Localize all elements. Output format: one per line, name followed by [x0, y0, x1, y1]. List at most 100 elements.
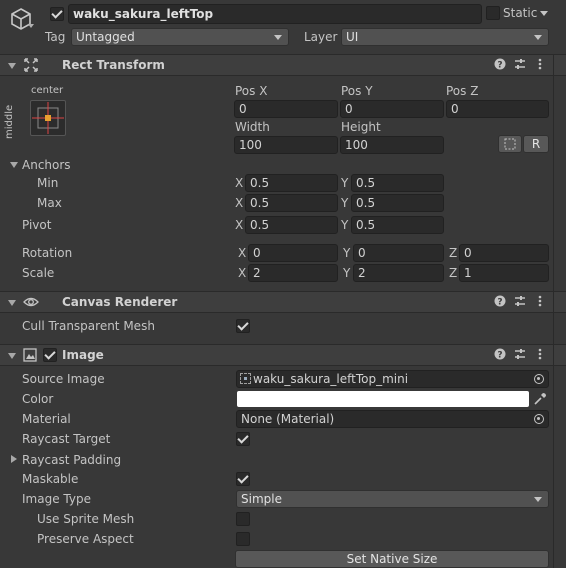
raycast-padding-foldout-arrow-icon[interactable]: [11, 455, 17, 463]
anchor-vertical-label: middle: [4, 104, 15, 139]
maskable-label: Maskable: [22, 472, 79, 486]
anchor-presets-button[interactable]: [30, 100, 66, 136]
anchor-min-x-field[interactable]: 0.5: [245, 174, 338, 192]
icon-dropdown-arrow[interactable]: [28, 24, 34, 28]
eye-icon: [23, 295, 39, 312]
rotation-x-axis: X: [238, 246, 247, 260]
anchors-label: Anchors: [22, 158, 71, 172]
rect-transform-title: Rect Transform: [62, 58, 165, 72]
image-type-value: Simple: [241, 492, 282, 506]
anchor-max-y-field[interactable]: 0.5: [351, 194, 444, 212]
use-sprite-mesh-label: Use Sprite Mesh: [37, 512, 135, 526]
height-label: Height: [341, 120, 381, 134]
anchor-min-label: Min: [37, 176, 59, 190]
help-icon[interactable]: ?: [494, 348, 506, 363]
scale-label: Scale: [22, 266, 55, 280]
rotation-y-field[interactable]: 0: [353, 244, 444, 262]
foldout-arrow-icon[interactable]: [8, 300, 16, 306]
image-header[interactable]: Image ?: [0, 344, 566, 366]
static-toggle[interactable]: [486, 6, 500, 20]
foldout-arrow-icon[interactable]: [8, 63, 16, 69]
pivot-label: Pivot: [22, 218, 52, 232]
raycast-target-checkbox[interactable]: [236, 432, 250, 446]
object-name-field[interactable]: waku_sakura_leftTop: [68, 4, 482, 24]
more-options-icon[interactable]: [534, 295, 546, 310]
pos-x-label: Pos X: [235, 84, 268, 98]
sprite-icon: [240, 373, 251, 384]
pos-y-label: Pos Y: [341, 84, 373, 98]
layer-dropdown[interactable]: UI: [341, 28, 549, 46]
object-picker-icon[interactable]: [534, 414, 544, 424]
pivot-x-field[interactable]: 0.5: [245, 216, 338, 234]
raw-edit-button[interactable]: R: [523, 135, 549, 153]
image-type-dropdown[interactable]: Simple: [236, 490, 549, 508]
rotation-label: Rotation: [22, 246, 73, 260]
more-options-icon[interactable]: [534, 348, 546, 363]
maskable-checkbox[interactable]: [236, 472, 250, 486]
anchor-max-y-axis: Y: [341, 196, 349, 210]
active-toggle[interactable]: [50, 7, 64, 21]
rotation-z-field[interactable]: 0: [459, 244, 549, 262]
set-native-size-button[interactable]: Set Native Size: [235, 550, 549, 568]
presets-icon[interactable]: [514, 295, 526, 310]
scale-x-field[interactable]: 2: [248, 264, 338, 282]
help-icon[interactable]: ?: [494, 295, 506, 310]
layer-value: UI: [346, 30, 359, 44]
source-image-field[interactable]: waku_sakura_leftTop_mini: [236, 370, 549, 388]
pos-z-label: Pos Z: [446, 84, 479, 98]
scale-z-field[interactable]: 1: [459, 264, 549, 282]
source-image-label: Source Image: [22, 372, 105, 386]
pivot-y-field[interactable]: 0.5: [351, 216, 444, 234]
width-field[interactable]: 100: [234, 136, 338, 154]
color-swatch[interactable]: [237, 391, 529, 407]
scale-x-axis: X: [238, 266, 247, 280]
blueprint-mode-button[interactable]: [498, 135, 522, 153]
chevron-down-icon: [534, 35, 542, 40]
anchor-min-x-axis: X: [235, 176, 244, 190]
raycast-padding-label[interactable]: Raycast Padding: [22, 452, 121, 468]
chevron-down-icon: [534, 497, 542, 502]
pos-y-field[interactable]: 0: [340, 100, 444, 118]
use-sprite-mesh-checkbox[interactable]: [236, 512, 250, 526]
foldout-arrow-icon[interactable]: [8, 353, 16, 359]
pos-z-field[interactable]: 0: [446, 100, 549, 118]
static-dropdown-arrow[interactable]: [540, 11, 548, 16]
height-field[interactable]: 100: [340, 136, 444, 154]
more-options-icon[interactable]: [534, 58, 546, 73]
image-component-icon: [23, 348, 37, 365]
tag-dropdown[interactable]: Untagged: [71, 28, 289, 46]
anchor-min-y-field[interactable]: 0.5: [351, 174, 444, 192]
tag-value: Untagged: [76, 30, 135, 44]
cull-transparent-mesh-label: Cull Transparent Mesh: [22, 319, 155, 333]
preserve-aspect-label: Preserve Aspect: [37, 532, 134, 546]
static-label: Static: [503, 6, 538, 20]
anchors-foldout-arrow-icon[interactable]: [10, 162, 18, 168]
anchor-max-x-axis: X: [235, 196, 244, 210]
presets-icon[interactable]: [514, 348, 526, 363]
color-label: Color: [22, 392, 54, 406]
rotation-z-axis: Z: [449, 246, 458, 260]
pos-x-field[interactable]: 0: [234, 100, 338, 118]
material-field[interactable]: None (Material): [236, 410, 549, 428]
help-icon[interactable]: ?: [494, 58, 506, 73]
anchor-min-y-axis: Y: [341, 176, 349, 190]
object-picker-icon[interactable]: [534, 374, 544, 384]
rect-transform-icon: [24, 58, 38, 75]
layer-label: Layer: [304, 30, 338, 44]
anchor-max-x-field[interactable]: 0.5: [245, 194, 338, 212]
preserve-aspect-checkbox[interactable]: [236, 532, 250, 546]
pivot-y-axis: Y: [341, 218, 349, 232]
presets-icon[interactable]: [514, 58, 526, 73]
anchor-horizontal-label: center: [31, 85, 64, 96]
scale-z-axis: Z: [449, 266, 458, 280]
canvas-renderer-header[interactable]: Canvas Renderer ?: [0, 291, 566, 313]
rotation-x-field[interactable]: 0: [248, 244, 338, 262]
cull-transparent-mesh-checkbox[interactable]: [236, 319, 250, 333]
scale-y-field[interactable]: 2: [353, 264, 444, 282]
width-label: Width: [235, 120, 270, 134]
rect-transform-header[interactable]: Rect Transform ?: [0, 54, 566, 76]
scale-y-axis: Y: [343, 266, 351, 280]
image-enabled-toggle[interactable]: [43, 348, 57, 362]
eyedropper-icon[interactable]: [533, 392, 547, 409]
image-title: Image: [62, 348, 104, 362]
